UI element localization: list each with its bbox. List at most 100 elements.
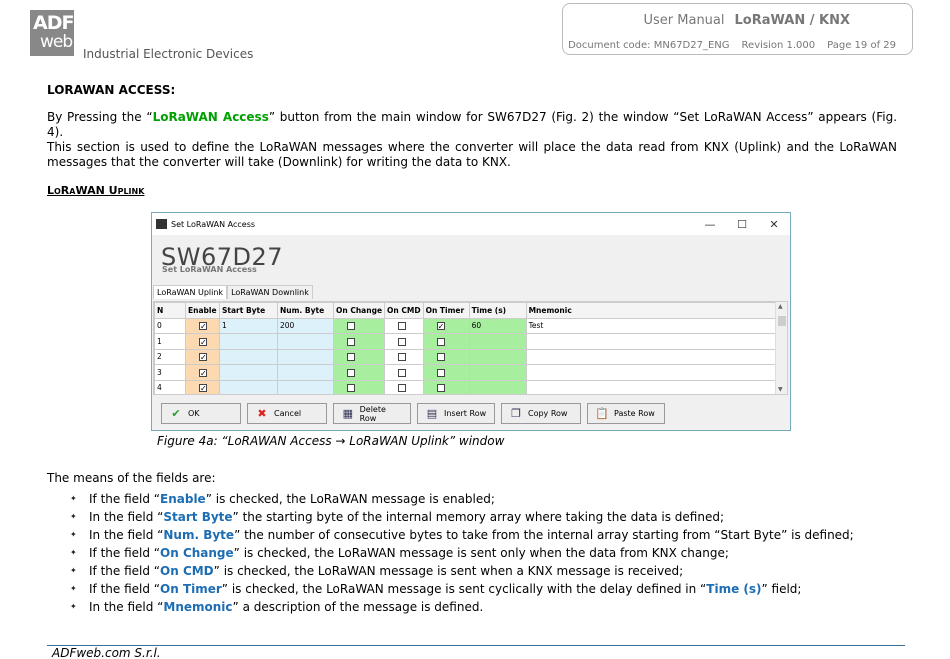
cancel-button[interactable]: ✖ Cancel: [247, 403, 327, 424]
cell-on-cmd[interactable]: [384, 333, 424, 350]
insert-row-button[interactable]: ▤ Insert Row: [417, 403, 495, 424]
checkbox[interactable]: [398, 322, 407, 331]
window-title: Set LoRaWAN Access: [171, 219, 256, 229]
cell-on-cmd[interactable]: [384, 348, 424, 365]
cell-time[interactable]: [468, 379, 527, 394]
cell-on-cmd[interactable]: [384, 379, 424, 394]
cell-mnemonic[interactable]: [525, 348, 777, 365]
cell-mnemonic[interactable]: Test: [525, 317, 777, 334]
table-row[interactable]: 3 ✓: [154, 364, 777, 381]
cell-on-change[interactable]: [332, 333, 386, 350]
scroll-up-icon[interactable]: ▲: [778, 303, 783, 310]
checkbox[interactable]: [347, 337, 355, 346]
cell-num-byte[interactable]: 200: [277, 317, 334, 334]
cell-on-timer[interactable]: [422, 348, 470, 365]
delete-row-button[interactable]: ▦ Delete Row: [333, 403, 411, 424]
checkbox[interactable]: ✓: [199, 368, 207, 377]
checkbox[interactable]: [398, 384, 407, 393]
tab-lorawan-uplink[interactable]: LoRaWAN Uplink: [153, 285, 228, 299]
close-icon[interactable]: ✕: [758, 218, 790, 231]
cell-num-byte[interactable]: [277, 333, 334, 350]
cell-start-byte[interactable]: [219, 379, 278, 394]
figure-caption: Figure 4a: “LoRAWAN Access → LoRaWAN Upl…: [157, 434, 505, 448]
cell-on-change[interactable]: [332, 348, 386, 365]
cell-enable[interactable]: ✓: [185, 317, 220, 334]
field-descriptions: If the field “Enable” is checked, the Lo…: [70, 490, 854, 616]
tab-lorawan-downlink[interactable]: LoRaWAN Downlink: [227, 285, 313, 299]
maximize-icon[interactable]: ☐: [726, 218, 758, 231]
cell-num-byte[interactable]: [277, 348, 334, 365]
cell-n[interactable]: 4: [154, 379, 186, 394]
table-row[interactable]: 0 ✓ 1 200 ✓ 60 Test: [154, 317, 777, 334]
header-doc-info: Document code: MN67D27_ENG Revision 1.000…: [556, 40, 896, 51]
minimize-icon[interactable]: —: [694, 218, 726, 231]
checkbox[interactable]: [436, 384, 445, 393]
subsection-title: LoRaWAN Uplink: [47, 184, 145, 197]
header-title: User Manual LoRaWAN / KNX: [644, 13, 851, 28]
cell-start-byte[interactable]: 1: [219, 317, 278, 334]
cell-on-timer[interactable]: [422, 333, 470, 350]
scroll-thumb[interactable]: [778, 316, 786, 326]
cell-n[interactable]: 3: [154, 364, 186, 381]
cell-on-timer[interactable]: [422, 379, 470, 394]
cell-enable[interactable]: ✓: [185, 364, 220, 381]
cell-on-change[interactable]: [332, 317, 386, 334]
cell-mnemonic[interactable]: [525, 379, 777, 394]
cell-enable[interactable]: ✓: [185, 379, 220, 394]
checkbox[interactable]: [436, 353, 445, 362]
cell-start-byte[interactable]: [219, 348, 278, 365]
checkbox[interactable]: ✓: [199, 384, 207, 393]
checkbox[interactable]: [347, 353, 355, 362]
ok-button[interactable]: ✔ OK: [161, 403, 241, 424]
cell-enable[interactable]: ✓: [185, 348, 220, 365]
copy-row-button[interactable]: ❐ Copy Row: [501, 403, 581, 424]
cell-time[interactable]: [468, 333, 527, 350]
checkbox[interactable]: [398, 337, 407, 346]
cell-enable[interactable]: ✓: [185, 333, 220, 350]
cell-on-cmd[interactable]: [384, 317, 424, 334]
cell-on-change[interactable]: [332, 364, 386, 381]
button-label: Copy Row: [528, 409, 568, 418]
checkbox[interactable]: ✓: [199, 337, 207, 346]
cell-on-cmd[interactable]: [384, 364, 424, 381]
cell-on-timer[interactable]: [422, 364, 470, 381]
checkbox[interactable]: [436, 368, 445, 377]
checkbox[interactable]: [398, 353, 407, 362]
checkbox[interactable]: ✓: [199, 322, 207, 331]
cell-n[interactable]: 1: [154, 333, 186, 350]
cell-num-byte[interactable]: [277, 379, 334, 394]
col-on-cmd: On CMD: [384, 302, 424, 319]
cell-start-byte[interactable]: [219, 333, 278, 350]
checkbox[interactable]: ✓: [199, 353, 207, 362]
cell-on-change[interactable]: [332, 379, 386, 394]
table-row[interactable]: 2 ✓: [154, 348, 777, 365]
cell-mnemonic[interactable]: [525, 364, 777, 381]
checkbox[interactable]: [436, 337, 445, 346]
cell-start-byte[interactable]: [219, 364, 278, 381]
list-item: In the field “Start Byte” the starting b…: [70, 508, 854, 526]
cell-on-timer[interactable]: ✓: [422, 317, 470, 334]
cell-time[interactable]: 60: [468, 317, 527, 334]
cell-num-byte[interactable]: [277, 364, 334, 381]
checkbox[interactable]: ✓: [436, 322, 445, 331]
cell-time[interactable]: [468, 364, 527, 381]
checkbox[interactable]: [347, 368, 355, 377]
table-row[interactable]: 4 ✓: [154, 379, 777, 394]
checkbox[interactable]: [398, 368, 407, 377]
list-item: If the field “On Timer” is checked, the …: [70, 580, 854, 598]
table-row[interactable]: 1 ✓: [154, 333, 777, 350]
cell-n[interactable]: 2: [154, 348, 186, 365]
paste-row-icon: 📋: [595, 407, 609, 420]
checkbox[interactable]: [347, 322, 355, 331]
cell-n[interactable]: 0: [154, 317, 186, 334]
paste-row-button[interactable]: 📋 Paste Row: [587, 403, 665, 424]
checkbox[interactable]: [347, 384, 355, 393]
field-keyword: Mnemonic: [163, 600, 233, 614]
app-icon: [156, 219, 167, 229]
cell-mnemonic[interactable]: [525, 333, 777, 350]
cell-time[interactable]: [468, 348, 527, 365]
field-keyword: Start Byte: [163, 510, 233, 524]
list-item: If the field “On Change” is checked, the…: [70, 544, 854, 562]
grid-scrollbar[interactable]: ▲ ▼: [775, 302, 787, 394]
scroll-down-icon[interactable]: ▼: [778, 386, 783, 393]
